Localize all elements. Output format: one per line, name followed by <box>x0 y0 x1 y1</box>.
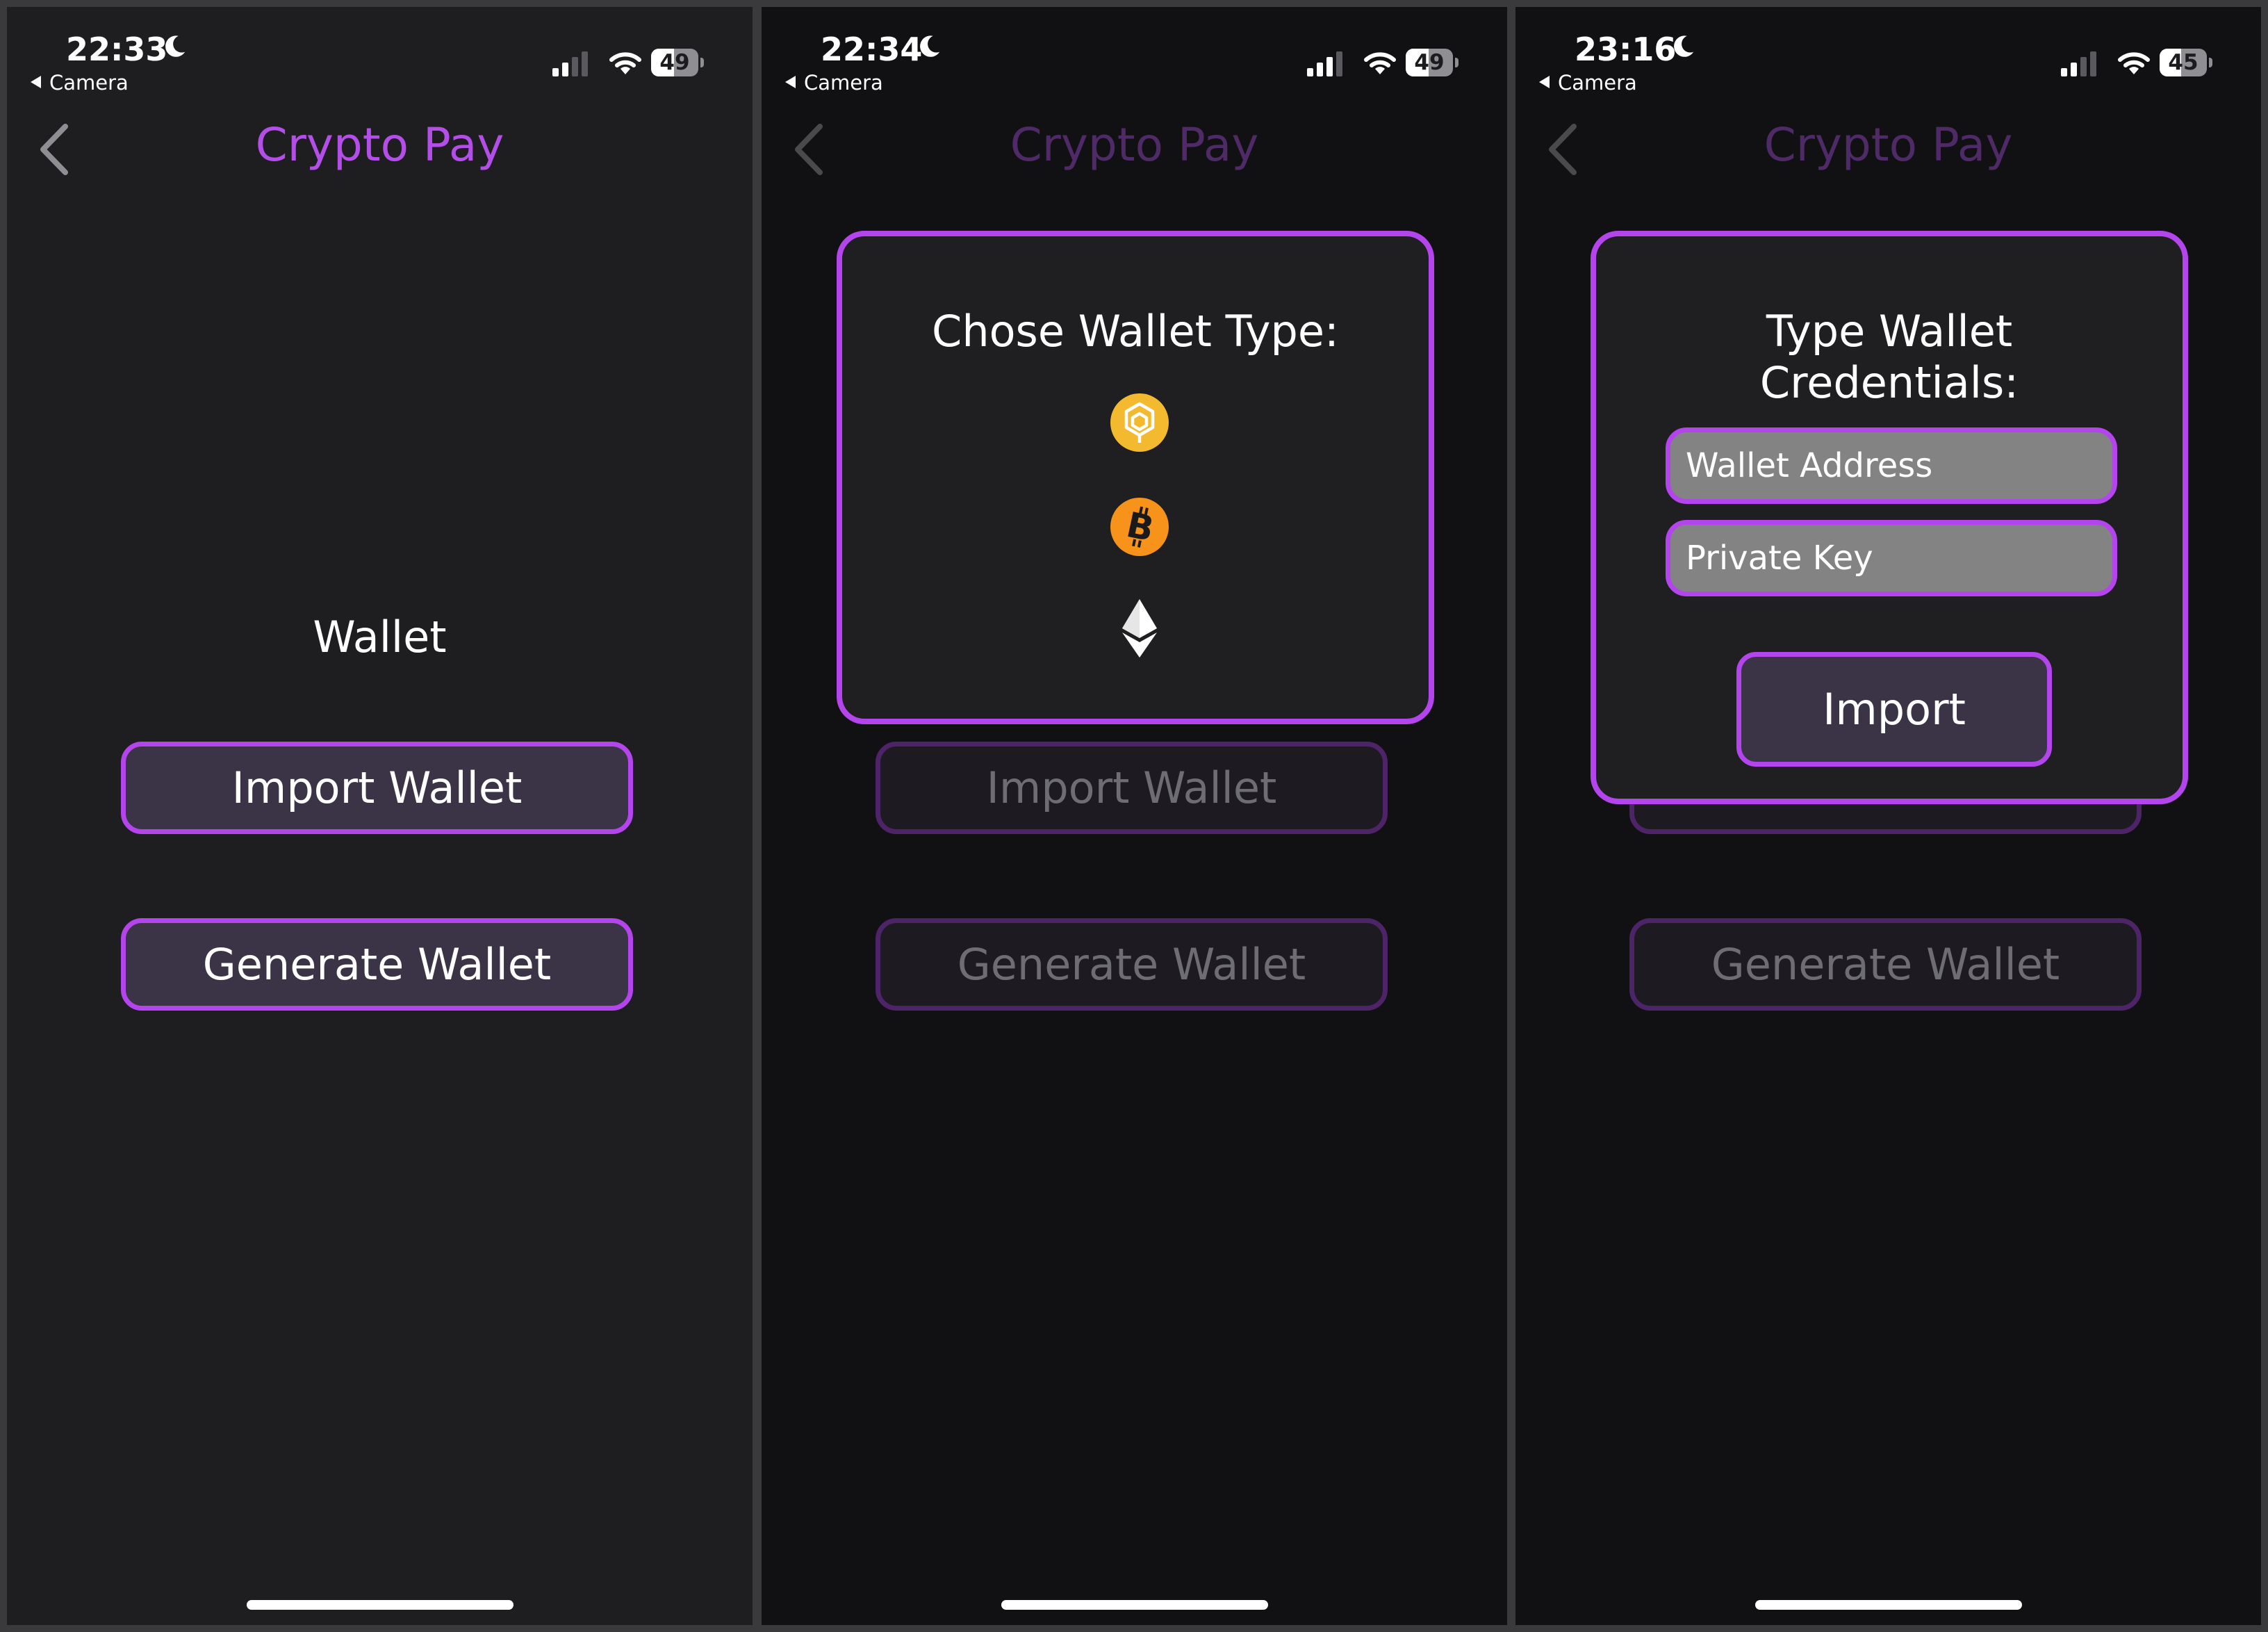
back-to-camera-link[interactable]: Camera <box>785 71 883 95</box>
battery-percent: 49 <box>1414 50 1445 75</box>
back-to-camera-link[interactable]: Camera <box>31 71 129 95</box>
import-button[interactable]: Import <box>1736 652 2052 767</box>
dialog-title-line-1: Type Wallet <box>1766 306 2013 357</box>
back-triangle-icon <box>785 76 796 88</box>
import-wallet-button[interactable]: Import Wallet <box>121 742 633 834</box>
do-not-disturb-moon-icon <box>1674 35 1694 57</box>
wallet-credentials-screen: 23:16 Camera 45 Crypto Pay Generate Wall… <box>1515 7 2261 1625</box>
battery-percent: 49 <box>659 50 690 75</box>
battery-icon: 45 <box>2160 49 2212 78</box>
home-indicator[interactable] <box>247 1600 513 1610</box>
back-app-label: Camera <box>49 71 129 95</box>
battery-percent: 45 <box>2168 50 2199 75</box>
wallet-home-screen: 22:33 Camera 49 Crypto Pay Wallet Import… <box>7 7 753 1625</box>
back-to-camera-link[interactable]: Camera <box>1539 71 1637 95</box>
generate-wallet-button: Generate Wallet <box>1629 918 2142 1011</box>
battery-icon: 49 <box>651 49 704 78</box>
status-time: 23:16 <box>1575 31 1677 68</box>
wifi-icon <box>2118 52 2150 74</box>
wallet-address-field[interactable]: Wallet Address <box>1666 427 2117 504</box>
back-app-label: Camera <box>1558 71 1637 95</box>
choose-wallet-type-screen: 22:34 Camera 49 Crypto Pay Import Wallet… <box>762 7 1507 1625</box>
generate-wallet-button[interactable]: Generate Wallet <box>121 918 633 1011</box>
binance-coin-icon[interactable] <box>1110 393 1169 452</box>
wallet-heading: Wallet <box>313 612 447 662</box>
wallet-type-dialog: Chose Wallet Type: B <box>837 231 1434 724</box>
cellular-signal-icon <box>552 51 588 76</box>
wifi-icon <box>1364 52 1396 74</box>
generate-wallet-button: Generate Wallet <box>876 918 1388 1011</box>
ethereum-icon[interactable] <box>1110 598 1169 658</box>
page-title: Crypto Pay <box>1764 118 2013 172</box>
dialog-title: Chose Wallet Type: <box>932 306 1339 357</box>
private-key-field[interactable]: Private Key <box>1666 520 2117 596</box>
home-indicator[interactable] <box>1001 1600 1268 1610</box>
status-time: 22:34 <box>821 31 923 68</box>
cellular-signal-icon <box>1307 51 1342 76</box>
status-time: 22:33 <box>66 31 168 68</box>
battery-icon: 49 <box>1406 49 1458 78</box>
home-indicator[interactable] <box>1755 1600 2022 1610</box>
wifi-icon <box>609 52 641 74</box>
page-title: Crypto Pay <box>1010 118 1259 172</box>
cellular-signal-icon <box>2061 51 2096 76</box>
bitcoin-icon[interactable]: B <box>1110 497 1169 557</box>
dialog-title: Type Wallet Credentials: <box>1596 306 2183 409</box>
dialog-title-line-2: Credentials: <box>1759 357 2019 408</box>
wallet-credentials-dialog: Type Wallet Credentials: Wallet Address … <box>1591 231 2188 804</box>
do-not-disturb-moon-icon <box>920 35 940 57</box>
import-wallet-button: Import Wallet <box>876 742 1388 834</box>
page-title: Crypto Pay <box>255 118 504 172</box>
back-app-label: Camera <box>804 71 883 95</box>
do-not-disturb-moon-icon <box>165 35 186 57</box>
back-triangle-icon <box>31 76 41 88</box>
back-triangle-icon <box>1539 76 1550 88</box>
